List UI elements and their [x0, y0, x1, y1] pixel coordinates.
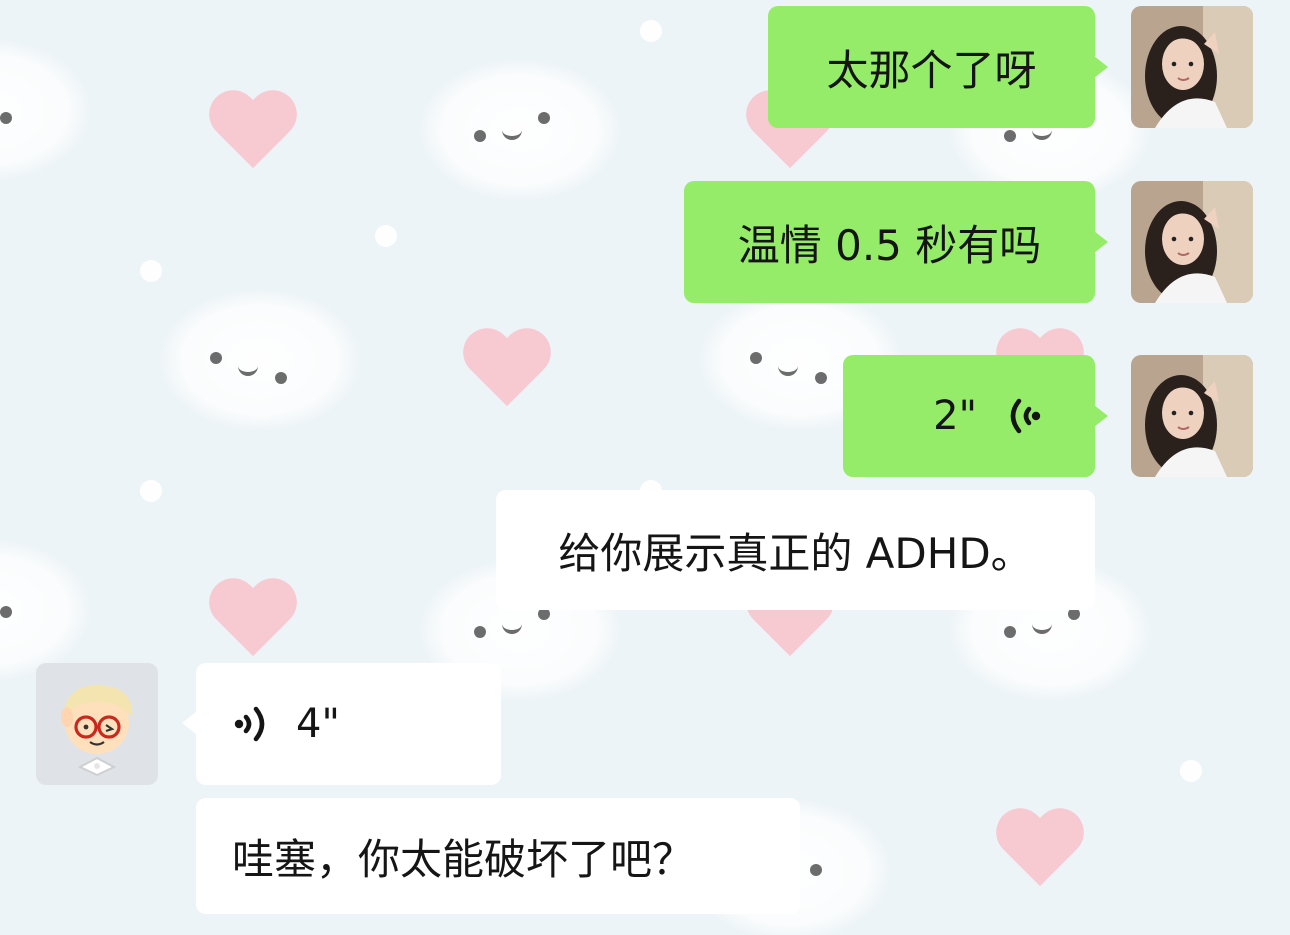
cloud-pattern — [0, 40, 90, 180]
voice-wave-icon — [234, 706, 265, 742]
message-bubble-self-translation[interactable]: 给你展示真正的 ADHD。 — [496, 490, 1095, 610]
self-avatar[interactable] — [1131, 6, 1253, 128]
heart-pattern — [208, 580, 298, 670]
cartoon-avatar-icon — [36, 663, 158, 785]
cloud-pattern — [420, 60, 620, 200]
heart-pattern — [462, 330, 552, 420]
sparkle-pattern — [1180, 760, 1202, 782]
voice-message-bubble-self[interactable]: 2" — [843, 355, 1095, 477]
girl-photo-avatar-icon — [1131, 181, 1253, 303]
voice-duration: 2" — [933, 393, 977, 439]
self-avatar[interactable] — [1131, 181, 1253, 303]
heart-pattern — [995, 810, 1085, 900]
cloud-pattern — [160, 290, 360, 430]
self-avatar[interactable] — [1131, 355, 1253, 477]
voice-wave-icon — [1010, 398, 1041, 434]
girl-photo-avatar-icon — [1131, 355, 1253, 477]
message-bubble-other-translation[interactable]: 哇塞，你太能破坏了吧？ — [196, 798, 800, 914]
sparkle-pattern — [640, 20, 662, 42]
sparkle-pattern — [140, 480, 162, 502]
message-text: 哇塞，你太能破坏了吧？ — [232, 834, 695, 884]
other-avatar[interactable] — [36, 663, 158, 785]
message-text: 温情 0.5 秒有吗 — [737, 220, 1042, 270]
message-text: 太那个了呀 — [826, 45, 1037, 95]
bubble-tail — [1094, 56, 1108, 78]
message-bubble-self[interactable]: 太那个了呀 — [768, 6, 1095, 128]
sparkle-pattern — [375, 225, 397, 247]
message-bubble-self[interactable]: 温情 0.5 秒有吗 — [684, 181, 1095, 303]
voice-message-bubble-other[interactable]: 4" — [196, 663, 501, 785]
cloud-pattern — [0, 540, 90, 680]
bubble-tail — [1094, 405, 1108, 427]
sparkle-pattern — [140, 260, 162, 282]
heart-pattern — [208, 92, 298, 182]
bubble-tail — [1094, 231, 1108, 253]
voice-duration: 4" — [296, 701, 340, 747]
girl-photo-avatar-icon — [1131, 6, 1253, 128]
message-text: 给你展示真正的 ADHD。 — [558, 528, 1033, 578]
bubble-tail — [182, 712, 196, 734]
chat-wallpaper — [0, 0, 1290, 935]
